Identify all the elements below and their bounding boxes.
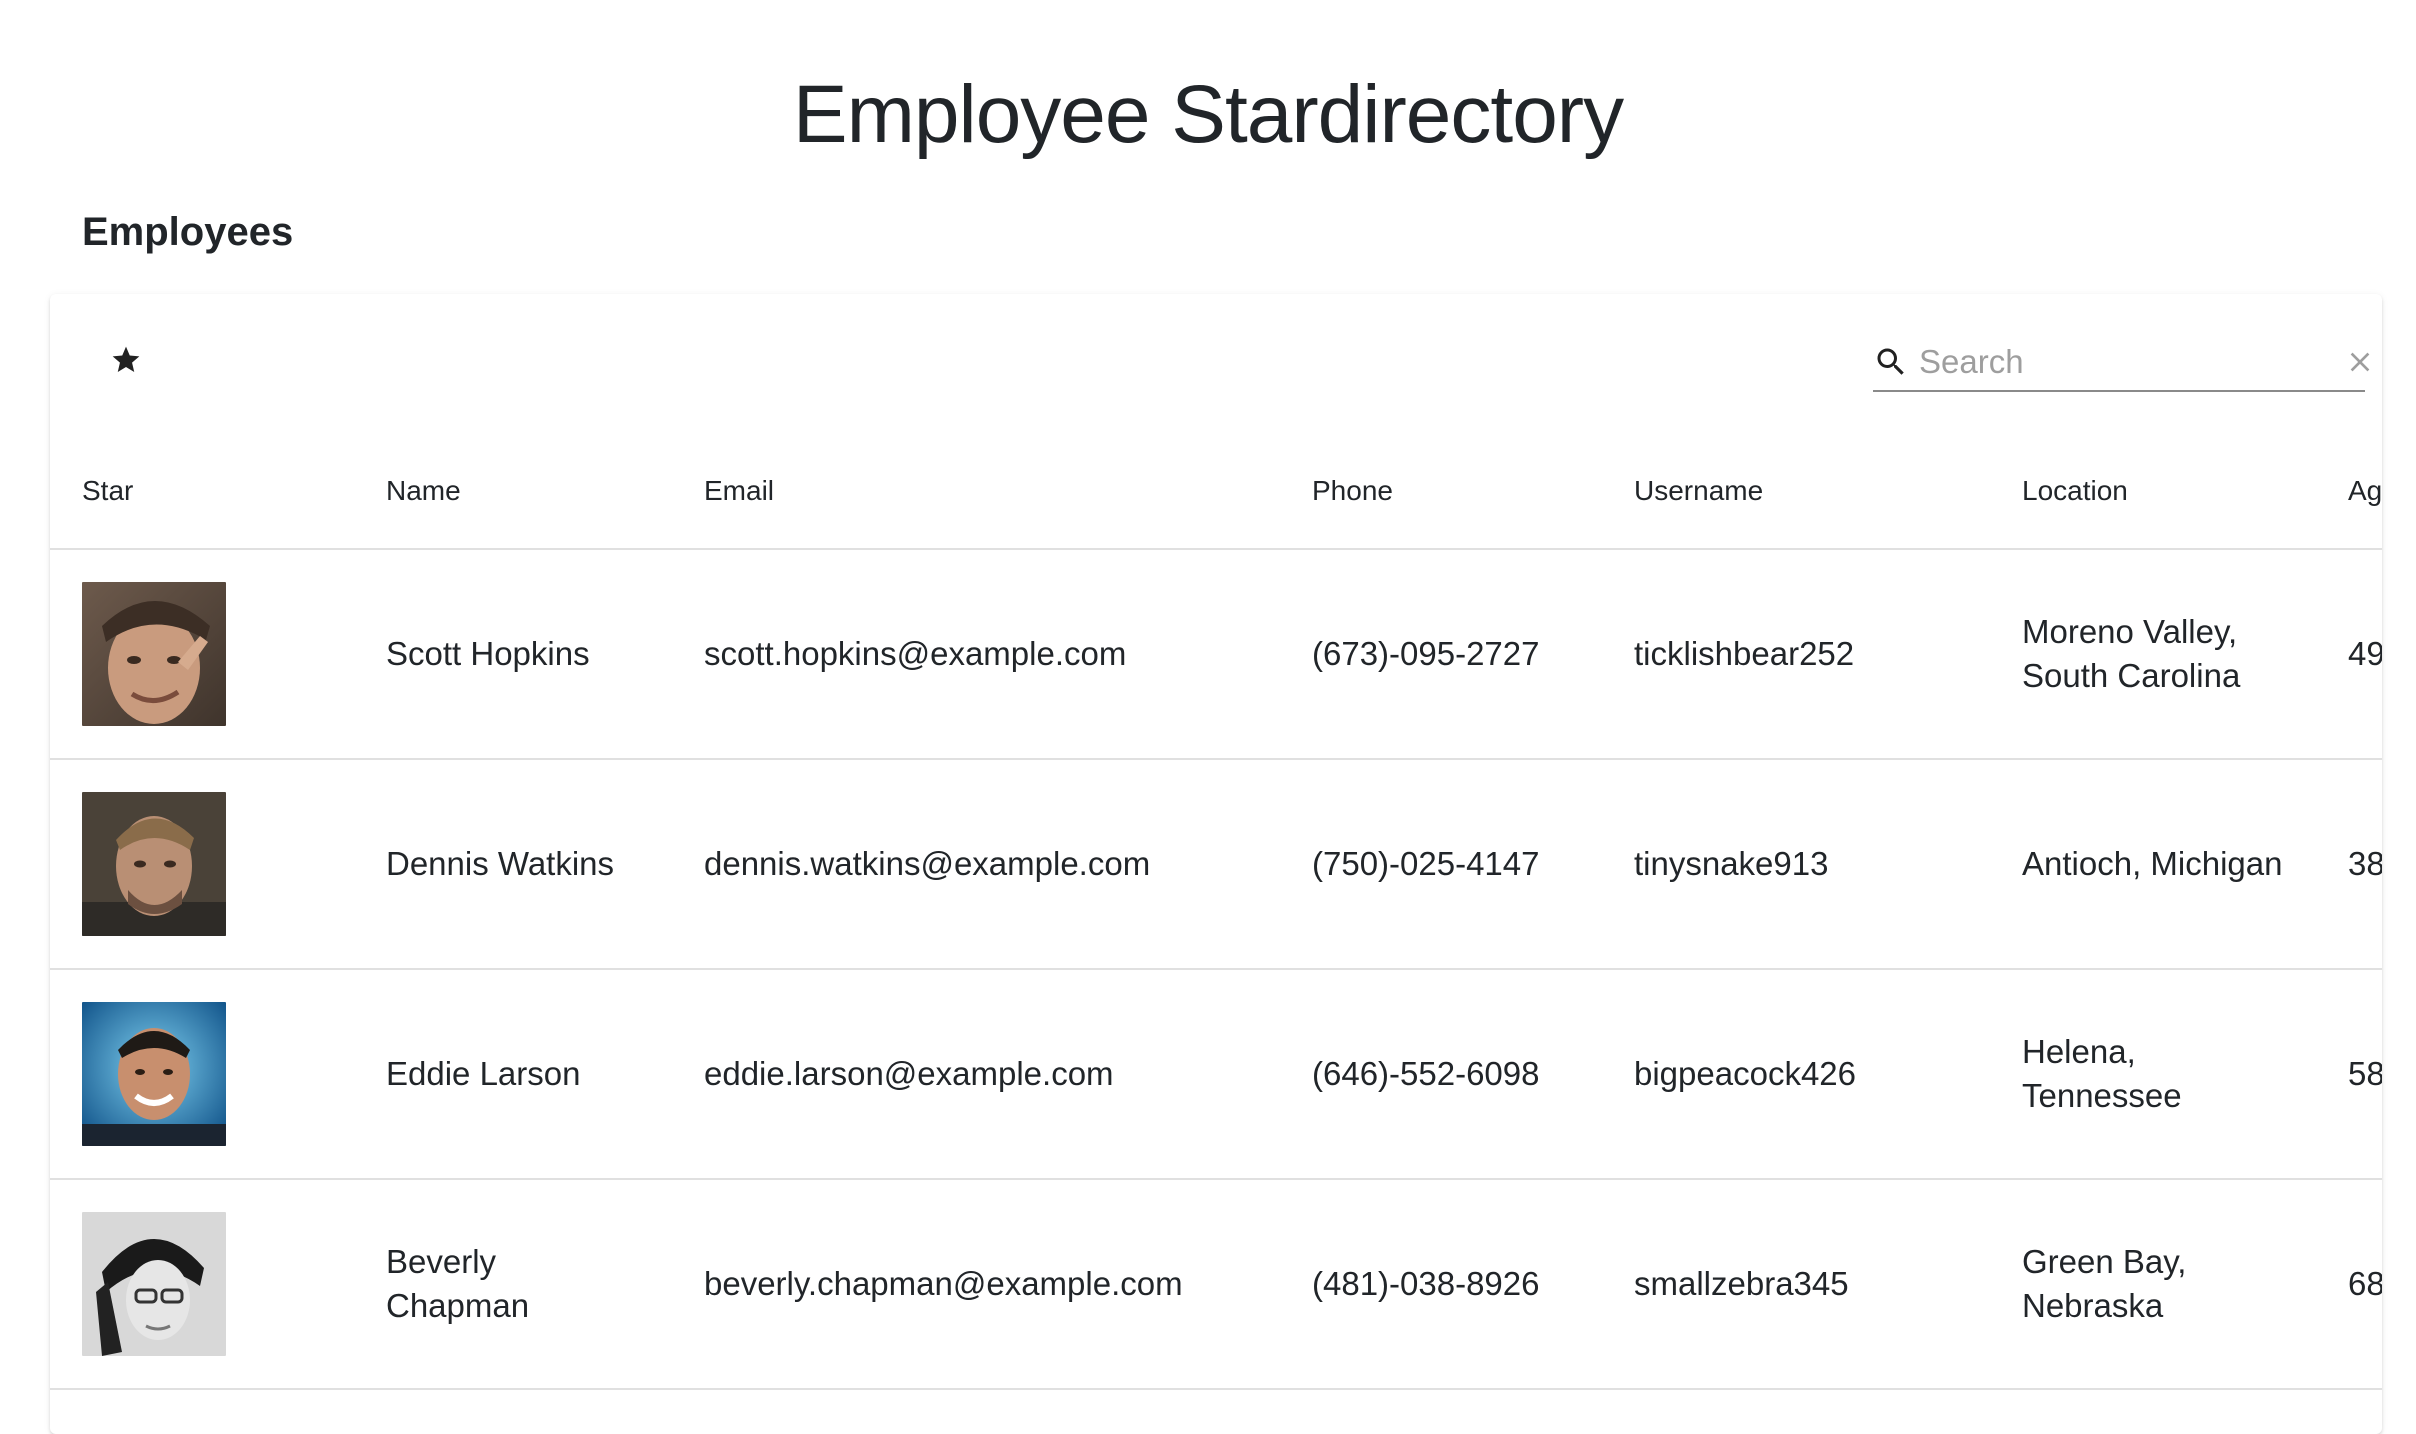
location-cell: Helena, Tennessee [1990,969,2316,1180]
search-input[interactable] [1909,338,2344,386]
star-filter-button[interactable] [98,332,154,388]
table-row[interactable]: Dennis Watkins dennis.watkins@example.co… [50,759,2382,970]
column-header-star[interactable]: Star [50,434,354,550]
name-cell: Scott Hopkins [354,549,672,760]
location-cell: Green Bay, Nebraska [1990,1179,2316,1390]
phone-cell: (673)-095-2727 [1280,549,1602,760]
phone-cell: (646)-552-6098 [1280,969,1602,1180]
close-icon[interactable] [2344,338,2376,386]
section-title: Employees [82,210,294,254]
phone-cell: (750)-025-4147 [1280,759,1602,970]
avatar [82,1002,226,1146]
age-cell: 38 [2316,759,2382,970]
name-cell: Beverly Chapman [354,1179,672,1390]
username-cell: tinysnake913 [1602,759,1990,970]
email-cell: dennis.watkins@example.com [672,759,1280,970]
age-cell: 58 [2316,969,2382,1180]
name-cell: Dennis Watkins [354,759,672,970]
email-cell: eddie.larson@example.com [672,969,1280,1180]
search-icon [1873,338,1909,386]
table-row[interactable]: Scott Hopkins scott.hopkins@example.com … [50,549,2382,760]
table-row[interactable]: Beverly Chapman beverly.chapman@example.… [50,1179,2382,1390]
avatar [82,1212,226,1356]
age-cell: 68 [2316,1179,2382,1390]
email-cell: beverly.chapman@example.com [672,1179,1280,1390]
avatar [82,582,226,726]
location-cell: Antioch, Michigan [1990,759,2316,970]
table-header-row: Star Name Email Phone Username Location … [50,434,2382,550]
star-cell[interactable] [50,969,354,1180]
column-header-username[interactable]: Username [1602,434,1990,550]
name-cell: Eddie Larson [354,969,672,1180]
star-cell[interactable] [50,759,354,970]
column-header-name[interactable]: Name [354,434,672,550]
column-header-email[interactable]: Email [672,434,1280,550]
username-cell: ticklishbear252 [1602,549,1990,760]
star-cell[interactable] [50,549,354,760]
column-header-phone[interactable]: Phone [1280,434,1602,550]
employee-table: Star Name Email Phone Username Location … [50,434,2382,1390]
star-cell[interactable] [50,1179,354,1390]
location-cell: Moreno Valley, South Carolina [1990,549,2316,760]
age-cell: 49 [2316,549,2382,760]
column-header-age[interactable]: Age [2316,434,2382,550]
employee-table-card: Star Name Email Phone Username Location … [50,294,2382,1434]
username-cell: bigpeacock426 [1602,969,1990,1180]
avatar [82,792,226,936]
column-header-location[interactable]: Location [1990,434,2316,550]
star-icon [112,346,140,372]
table-toolbar [50,294,2382,434]
table-row[interactable]: Eddie Larson eddie.larson@example.com (6… [50,969,2382,1180]
page-title: Employee Stardirectory [792,69,1624,160]
username-cell: smallzebra345 [1602,1179,1990,1390]
email-cell: scott.hopkins@example.com [672,549,1280,760]
search-box [1873,334,2370,392]
phone-cell: (481)-038-8926 [1280,1179,1602,1390]
